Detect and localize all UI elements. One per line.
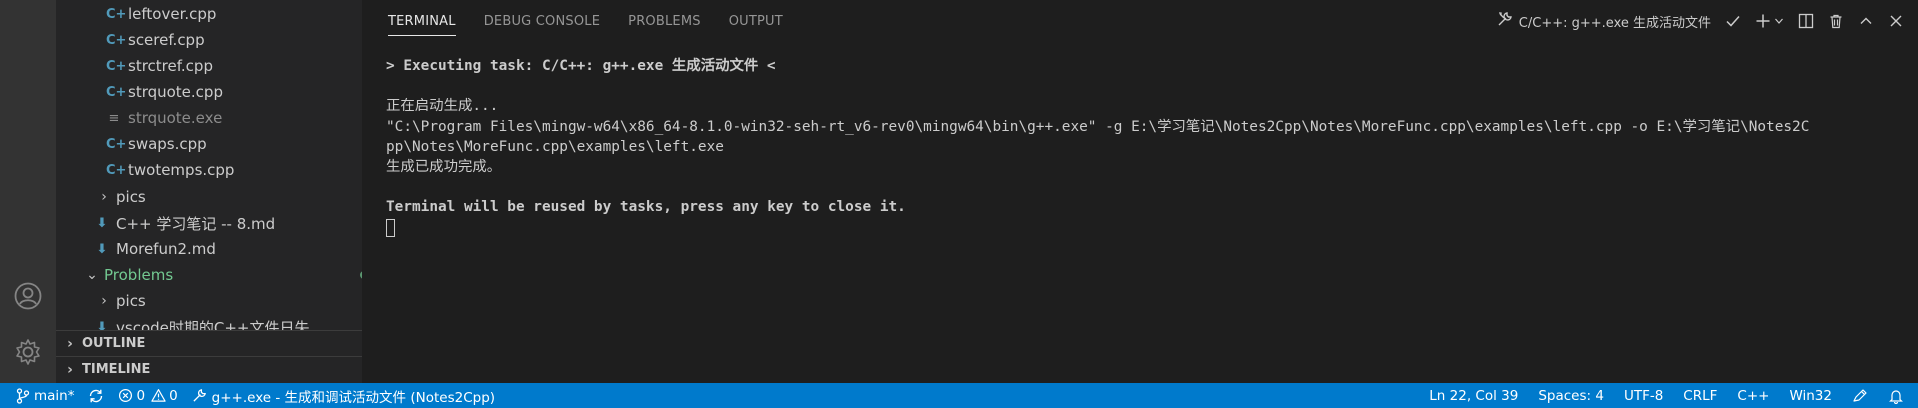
cpp-file-icon: C+ bbox=[106, 136, 127, 152]
cpp-file-icon: C+ bbox=[106, 84, 127, 100]
chevron-down-icon: ⌄ bbox=[86, 267, 98, 283]
panel-actions: C/C++: g++.exe 生成活动文件 bbox=[1483, 0, 1904, 42]
tree-folder-problems[interactable]: ⌄ Problems bbox=[56, 262, 362, 288]
markdown-file-icon: ⬇ bbox=[96, 215, 108, 231]
tree-item-label: sceref.cpp bbox=[128, 31, 205, 49]
tree-item[interactable]: ⬇ C++ 学习笔记 -- 8.md bbox=[56, 210, 362, 236]
close-icon[interactable] bbox=[1888, 13, 1904, 29]
markdown-file-icon: ⬇ bbox=[96, 241, 108, 257]
tree-item-label: twotemps.cpp bbox=[128, 161, 235, 179]
tree-item-label: pics bbox=[116, 188, 146, 206]
tree-item[interactable]: C+ swaps.cpp bbox=[56, 131, 362, 157]
terminal-line: Terminal will be reused by tasks, press … bbox=[386, 199, 906, 216]
chevron-right-icon: › bbox=[101, 189, 107, 205]
warning-icon bbox=[151, 389, 166, 402]
cpp-file-icon: C+ bbox=[106, 162, 127, 178]
terminal-line: 正在启动生成... bbox=[386, 98, 499, 115]
tree-item[interactable]: C+ twotemps.cpp bbox=[56, 157, 362, 183]
error-icon bbox=[119, 388, 133, 403]
chevron-right-icon: › bbox=[101, 293, 107, 309]
problems-status[interactable]: 0 0 bbox=[118, 387, 178, 404]
check-icon[interactable] bbox=[1725, 13, 1741, 29]
split-terminal-icon[interactable] bbox=[1798, 13, 1814, 29]
tree-item[interactable]: ≡ strquote.exe bbox=[56, 105, 362, 131]
source-control-branch-icon bbox=[16, 387, 30, 404]
markdown-file-icon: ⬇ bbox=[96, 319, 108, 331]
terminal-panel: TERMINAL DEBUG CONSOLE PROBLEMS OUTPUT C… bbox=[362, 0, 1918, 383]
cpp-file-icon: C+ bbox=[106, 58, 127, 74]
chevron-right-icon: › bbox=[67, 335, 73, 352]
timeline-section-header[interactable]: › TIMELINE bbox=[56, 356, 362, 382]
warning-count: 0 bbox=[169, 387, 178, 404]
chevron-down-icon bbox=[1775, 18, 1783, 24]
new-terminal-button[interactable] bbox=[1755, 13, 1784, 29]
tree-folder[interactable]: › pics bbox=[56, 288, 362, 314]
tree-item[interactable]: C+ sceref.cpp bbox=[56, 27, 362, 53]
platform-status[interactable]: Win32 bbox=[1789, 388, 1832, 404]
terminal-line: pp\Notes\MoreFunc.cpp\examples\left.exe bbox=[386, 138, 724, 155]
panel-tabs: TERMINAL DEBUG CONSOLE PROBLEMS OUTPUT bbox=[362, 0, 787, 42]
tab-terminal[interactable]: TERMINAL bbox=[388, 0, 456, 42]
tree-item-label: Morefun2.md bbox=[116, 240, 216, 258]
tree-item-label: strquote.exe bbox=[128, 109, 223, 127]
trash-icon[interactable] bbox=[1828, 13, 1844, 29]
error-count: 0 bbox=[136, 387, 146, 404]
exe-file-icon: ≡ bbox=[108, 110, 120, 126]
branch-name: main* bbox=[34, 387, 75, 404]
cpp-file-icon: C+ bbox=[106, 6, 127, 22]
tools-icon bbox=[193, 389, 206, 402]
task-label: g++.exe - 生成和调试活动文件 (Notes2Cpp) bbox=[211, 389, 496, 406]
tree-item[interactable]: C+ strquote.cpp bbox=[56, 79, 362, 105]
outline-section-header[interactable]: › OUTLINE bbox=[56, 330, 362, 356]
tree-item[interactable]: ⬇ Morefun2.md bbox=[56, 236, 362, 262]
tab-debug-console[interactable]: DEBUG CONSOLE bbox=[484, 0, 600, 42]
tree-item[interactable]: C+ leftover.cpp bbox=[56, 1, 362, 27]
tree-folder[interactable]: › pics bbox=[56, 184, 362, 210]
status-bar: main* 0 0 g++.exe - 生成和调试活动文件 (Notes2Cpp… bbox=[0, 383, 1918, 408]
terminal-line: "C:\Program Files\mingw-w64\x86_64-8.1.0… bbox=[386, 118, 1810, 135]
terminal-task-name: C/C++: g++.exe 生成活动文件 bbox=[1518, 15, 1711, 31]
tree-item-label: strquote.cpp bbox=[128, 83, 223, 101]
tree-item[interactable]: C+ strctref.cpp bbox=[56, 53, 362, 79]
tree-item-label: vscode时期的C++文件日失... bbox=[116, 318, 324, 331]
language-mode-status[interactable]: C++ bbox=[1737, 388, 1769, 404]
tab-output[interactable]: OUTPUT bbox=[729, 0, 783, 42]
branch-status[interactable]: main* bbox=[16, 388, 74, 404]
outline-label: OUTLINE bbox=[82, 336, 146, 351]
explorer-sidebar: C+ leftover.cpp C+ sceref.cpp C+ strctre… bbox=[56, 0, 362, 383]
activity-bar bbox=[0, 0, 56, 383]
tree-item-label: pics bbox=[116, 292, 146, 310]
eol-status[interactable]: CRLF bbox=[1683, 388, 1717, 404]
terminal-line: 生成已成功完成。 bbox=[386, 158, 502, 175]
sync-button[interactable] bbox=[88, 388, 104, 404]
terminal-cursor bbox=[386, 218, 395, 237]
task-status[interactable]: g++.exe - 生成和调试活动文件 (Notes2Cpp) bbox=[192, 386, 495, 406]
terminal-selector[interactable]: C/C++: g++.exe 生成活动文件 bbox=[1497, 11, 1711, 31]
accounts-icon[interactable] bbox=[8, 276, 48, 316]
cursor-position[interactable]: Ln 22, Col 39 bbox=[1429, 388, 1518, 404]
maximize-panel-chevron-up-icon[interactable] bbox=[1858, 13, 1874, 29]
indentation-status[interactable]: Spaces: 4 bbox=[1538, 388, 1604, 404]
tab-problems[interactable]: PROBLEMS bbox=[628, 0, 701, 42]
feedback-icon[interactable] bbox=[1852, 388, 1868, 404]
notifications-bell-icon[interactable] bbox=[1888, 388, 1904, 404]
settings-gear-icon[interactable] bbox=[8, 332, 48, 372]
cpp-file-icon: C+ bbox=[106, 32, 127, 48]
tree-item-label: Problems bbox=[104, 266, 174, 284]
tree-item-label: leftover.cpp bbox=[128, 5, 217, 23]
chevron-right-icon: › bbox=[67, 361, 73, 378]
timeline-label: TIMELINE bbox=[82, 362, 151, 377]
sync-icon bbox=[90, 389, 103, 402]
encoding-status[interactable]: UTF-8 bbox=[1624, 388, 1663, 404]
tree-item[interactable]: ⬇ vscode时期的C++文件日失... bbox=[56, 314, 362, 331]
tree-item-label: C++ 学习笔记 -- 8.md bbox=[116, 214, 276, 233]
terminal-line: > Executing task: C/C++: g++.exe 生成活动文件 … bbox=[386, 58, 776, 74]
explorer-tree: C+ leftover.cpp C+ sceref.cpp C+ strctre… bbox=[56, 0, 362, 330]
tools-icon bbox=[1497, 11, 1513, 31]
tree-item-label: swaps.cpp bbox=[128, 135, 207, 153]
tree-item-label: strctref.cpp bbox=[128, 57, 213, 75]
terminal-output[interactable]: > Executing task: C/C++: g++.exe 生成活动文件 … bbox=[386, 56, 1906, 238]
